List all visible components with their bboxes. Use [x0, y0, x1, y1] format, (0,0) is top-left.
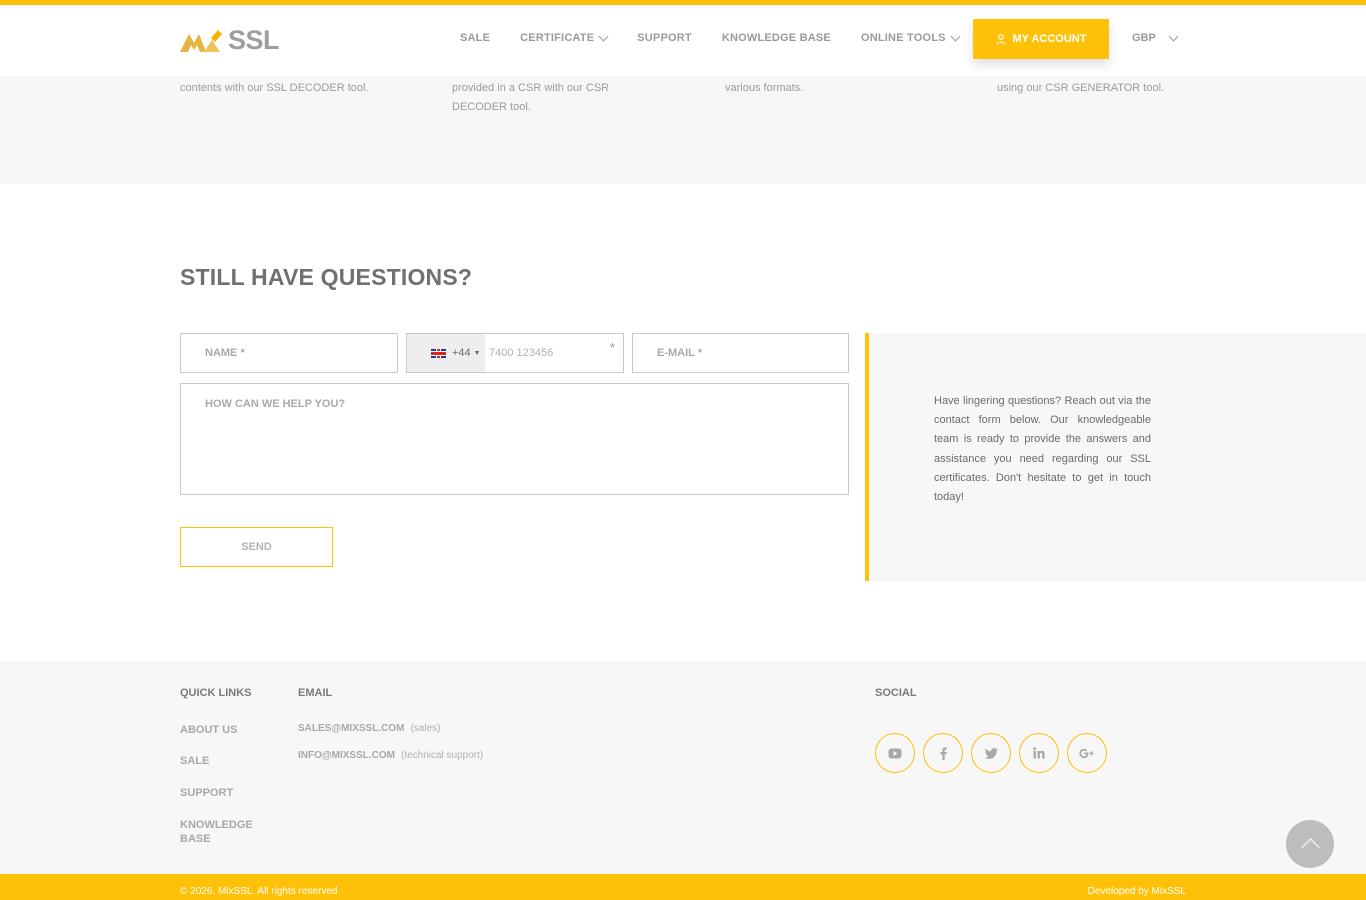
sales-email-link[interactable]: SALES@MIXSSL.COM [298, 723, 404, 734]
phone-country-code: +44 [452, 347, 471, 359]
send-label: SEND [241, 541, 272, 553]
info-panel: Have lingering questions? Reach out via … [865, 333, 1366, 581]
chevron-down-icon [598, 31, 609, 41]
phone-placeholder: 7400 123456 [489, 347, 554, 359]
twitter-icon [984, 747, 998, 759]
info-email-note: (technical support) [400, 750, 484, 761]
chevron-up-icon [1300, 838, 1320, 857]
quick-links-title: QUICK LINKS [180, 687, 252, 699]
footer-link-sale[interactable]: SALE [180, 754, 260, 768]
email-row-info: INFO@MIXSSL.COM (technical support) [298, 750, 483, 761]
email-row-sales: SALES@MIXSSL.COM (sales) [298, 723, 440, 734]
linkedin-icon [1033, 747, 1045, 759]
email-input[interactable]: E-MAIL * [632, 333, 849, 373]
youtube-icon [888, 748, 902, 758]
nav-knowledge-base-label: KNOWLEDGE BASE [721, 32, 831, 44]
questions-title: STILL HAVE QUESTIONS? [180, 264, 473, 290]
phone-field[interactable]: +44 ▼ 7400 123456 * [406, 333, 624, 373]
email-placeholder: E-MAIL * [657, 347, 703, 359]
logo[interactable]: SSL [180, 22, 280, 58]
site-header: SSL SALE CERTIFICATE SUPPORT KNOWLEDGE B… [0, 5, 1366, 76]
online-tools-strip: contents with our SSL DECODER tool. prov… [0, 76, 1366, 184]
phone-country-selector[interactable]: +44 ▼ [407, 334, 485, 372]
youtube-link[interactable] [875, 733, 915, 773]
bottom-bar: © 2026, MixSSL. All rights reserved Deve… [0, 874, 1366, 900]
message-textarea[interactable]: HOW CAN WE HELP YOU? [180, 383, 849, 495]
main-nav: SALE CERTIFICATE SUPPORT KNOWLEDGE BASE … [460, 31, 989, 44]
linkedin-link[interactable] [1019, 733, 1059, 773]
facebook-link[interactable] [923, 733, 963, 773]
tool-description-converter: various formats. [725, 82, 804, 94]
my-account-button[interactable]: MY ACCOUNT [973, 19, 1109, 59]
footer-link-about-us[interactable]: ABOUT US [180, 723, 260, 737]
nav-online-tools[interactable]: ONLINE TOOLS [860, 31, 961, 44]
nav-certificate-label: CERTIFICATE [520, 32, 595, 44]
message-placeholder: HOW CAN WE HELP YOU? [205, 398, 346, 410]
logo-text: SSL [228, 24, 280, 55]
logo-mark-icon [180, 30, 222, 52]
required-mark: * [609, 340, 615, 355]
user-icon [995, 33, 1006, 45]
twitter-link[interactable] [971, 733, 1011, 773]
site-footer: QUICK LINKS ABOUT US SALE SUPPORT KNOWLE… [0, 661, 1366, 874]
email-title: EMAIL [298, 687, 333, 699]
tool-description-ssl-decoder: contents with our SSL DECODER tool. [180, 82, 369, 94]
chevron-down-icon [950, 31, 961, 41]
info-email-link[interactable]: INFO@MIXSSL.COM [298, 750, 395, 761]
caret-down-icon: ▼ [473, 349, 481, 357]
nav-support-label: SUPPORT [637, 32, 692, 44]
send-button[interactable]: SEND [180, 527, 333, 567]
currency-value: GBP [1132, 32, 1156, 44]
nav-sale[interactable]: SALE [460, 32, 490, 44]
scroll-to-top-button[interactable] [1286, 820, 1334, 868]
social-title: SOCIAL [875, 687, 917, 699]
nav-support[interactable]: SUPPORT [637, 32, 692, 44]
my-account-label: MY ACCOUNT [1012, 33, 1087, 45]
tool-description-csr-decoder: provided in a CSR with our CSR DECODER t… [452, 82, 610, 113]
currency-selector[interactable]: GBP [1132, 31, 1179, 44]
tool-description-csr-generator: using our CSR GENERATOR tool. [997, 82, 1165, 94]
footer-link-knowledge-base[interactable]: KNOWLEDGE BASE [180, 818, 260, 846]
nav-certificate[interactable]: CERTIFICATE [520, 31, 609, 44]
facebook-icon [940, 746, 947, 760]
uk-flag-icon [431, 348, 446, 358]
name-placeholder: NAME * [205, 347, 245, 359]
google-plus-link[interactable] [1067, 733, 1107, 773]
developed-by-text: Developed by MixSSL [1087, 886, 1186, 897]
nav-online-tools-label: ONLINE TOOLS [860, 32, 946, 44]
sales-email-note: (sales) [410, 723, 441, 734]
chevron-down-icon [1168, 31, 1179, 41]
nav-sale-label: SALE [460, 32, 491, 44]
name-input[interactable]: NAME * [180, 333, 398, 373]
copyright-text: © 2026, MixSSL. All rights reserved [180, 886, 338, 897]
nav-knowledge-base[interactable]: KNOWLEDGE BASE [722, 32, 831, 44]
google-plus-icon [1079, 748, 1094, 758]
info-text: Have lingering questions? Reach out via … [934, 395, 1151, 504]
footer-link-support[interactable]: SUPPORT [180, 786, 260, 800]
